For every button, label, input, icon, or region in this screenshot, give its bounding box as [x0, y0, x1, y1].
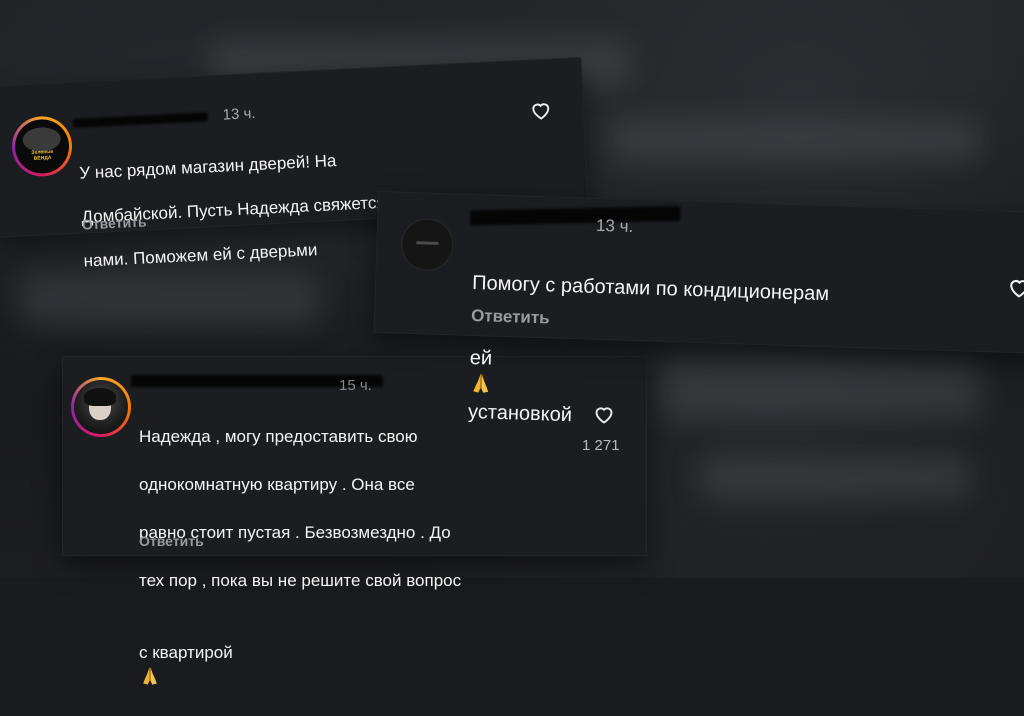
comment-text: Надежда , могу предоставить свою одноком…	[139, 401, 461, 716]
redacted-username	[470, 206, 681, 226]
blurred-background-strip	[610, 120, 980, 160]
comment-text-line: однокомнатную квартиру . Она все	[139, 475, 415, 494]
avatar[interactable]: Зеленые ВЕНДА	[10, 115, 74, 178]
comment-card-air-conditioning: 13 ч. Помогу с работами по кондиционерам…	[373, 191, 1024, 426]
comment-text-line: ей установкой	[468, 321, 828, 436]
heart-icon[interactable]	[528, 97, 553, 122]
comment-text: Помогу с работами по кондиционерам ей ус…	[467, 246, 830, 461]
heart-icon[interactable]	[1006, 274, 1024, 301]
comment-time: 15 ч.	[339, 377, 372, 394]
avatar-image	[74, 380, 128, 434]
avatar-image	[400, 217, 455, 272]
reply-button[interactable]: Ответить	[81, 213, 146, 232]
comment-text-line: тех пор , пока вы не решите свой вопрос	[139, 571, 462, 590]
redacted-username	[72, 112, 208, 128]
comment-text-fragment: установкой	[467, 400, 573, 427]
blurred-background-strip	[700, 455, 970, 500]
avatar-image: Зеленые ВЕНДА	[13, 118, 71, 175]
avatar-logo-text: Зеленые ВЕНДА	[31, 148, 54, 162]
comment-text-last-line: с квартирой	[139, 617, 461, 692]
comment-text: У нас рядом магазин дверей! На Домбайско…	[78, 125, 403, 294]
reply-button[interactable]: Ответить	[471, 306, 550, 328]
comment-text-fragment: с квартирой	[139, 643, 233, 662]
comment-time: 13 ч.	[595, 215, 634, 237]
folded-hands-emoji-icon	[143, 667, 157, 685]
avatar[interactable]	[400, 217, 455, 272]
comment-text-line: Надежда , могу предоставить свою	[139, 427, 418, 446]
comment-text-line: У нас рядом магазин дверей! На	[78, 151, 337, 183]
comment-text-line: Помогу с работами по кондиционерам	[471, 272, 830, 306]
comment-text-line: нами. Поможем ей с дверьми	[83, 240, 318, 271]
comment-text-fragment: ей	[469, 346, 493, 370]
comment-time: 13 ч.	[222, 104, 256, 124]
folded-hands-emoji-icon	[473, 374, 489, 393]
avatar[interactable]	[71, 377, 131, 437]
reply-button[interactable]: Ответить	[139, 533, 204, 549]
